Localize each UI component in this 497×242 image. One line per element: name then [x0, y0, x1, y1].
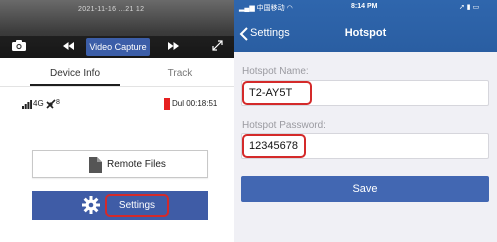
network-type: 4G: [33, 99, 44, 108]
satellite-count: 8: [56, 99, 60, 106]
fast-forward-icon[interactable]: [168, 42, 179, 50]
remote-files-label: Remote Files: [107, 159, 166, 170]
tab-divider: [0, 86, 238, 87]
navigation-bar: ▂▄▆ 中国移动 ◠ 8:14 PM ➚ ▮ ▭ Settings Hotspo…: [234, 0, 497, 52]
device-tabs: Device Info Track: [0, 64, 238, 86]
hotspot-name-value[interactable]: T2-AY5T: [242, 81, 312, 105]
signal-icon: [22, 100, 32, 109]
recording-time: Dul 00:18:51: [172, 99, 218, 108]
video-osd-timestamp: 2021-11-16 ...21 12: [78, 6, 145, 13]
satellite-icon: [46, 99, 56, 109]
expand-icon[interactable]: [212, 40, 223, 51]
status-bar-time: 8:14 PM: [351, 3, 378, 10]
camera-icon[interactable]: [12, 40, 26, 51]
recording-indicator: [164, 98, 170, 110]
hotspot-password-field[interactable]: 12345678: [241, 133, 489, 159]
status-bar-carrier: ▂▄▆ 中国移动 ◠: [239, 5, 293, 12]
device-app-screen: 2021-11-16 ...21 12 Video Capture Device…: [0, 0, 238, 242]
hotspot-name-field[interactable]: T2-AY5T: [241, 80, 489, 106]
device-status-row: 4G 8 Dul 00:18:51: [0, 98, 238, 112]
settings-button[interactable]: Settings: [32, 191, 208, 220]
save-button[interactable]: Save: [241, 176, 489, 202]
hotspot-password-value[interactable]: 12345678: [242, 134, 306, 158]
hotspot-name-label: Hotspot Name:: [242, 66, 309, 77]
gear-icon: [82, 196, 100, 214]
video-capture-button[interactable]: Video Capture: [86, 38, 150, 56]
file-icon: [89, 157, 102, 173]
settings-label: Settings: [105, 194, 169, 217]
hotspot-password-label: Hotspot Password:: [242, 120, 326, 131]
tab-device-info[interactable]: Device Info: [30, 64, 120, 86]
page-title: Hotspot: [344, 27, 387, 39]
status-bar-icons: ➚ ▮ ▭: [459, 4, 480, 11]
tab-track[interactable]: Track: [150, 64, 210, 86]
hotspot-screen: ▂▄▆ 中国移动 ◠ 8:14 PM ➚ ▮ ▭ Settings Hotspo…: [234, 0, 497, 242]
remote-files-button[interactable]: Remote Files: [32, 150, 208, 178]
rewind-icon[interactable]: [63, 42, 74, 50]
